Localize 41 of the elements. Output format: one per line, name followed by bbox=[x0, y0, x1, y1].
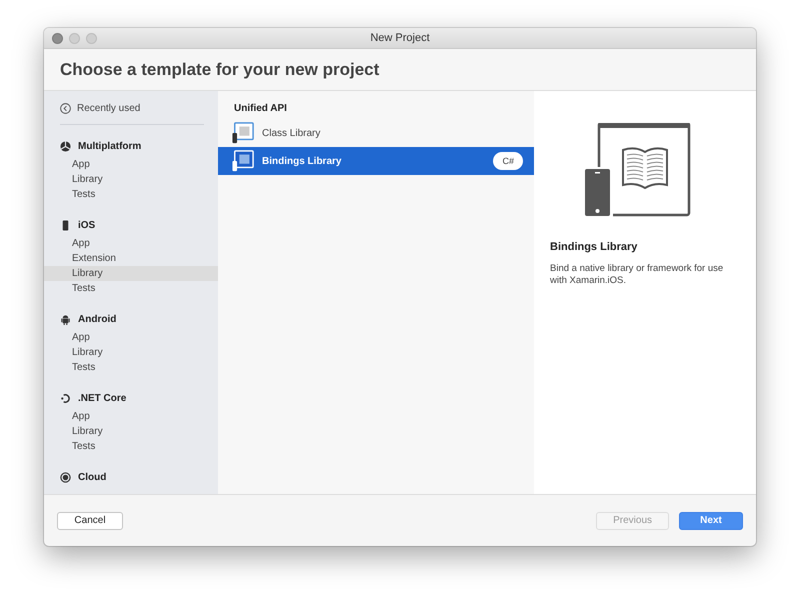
close-button[interactable] bbox=[52, 32, 63, 44]
zoom-button[interactable] bbox=[86, 32, 97, 44]
section-heading: Unified API bbox=[233, 103, 288, 116]
category-item[interactable]: Library bbox=[44, 345, 218, 360]
template-name: Class Library bbox=[262, 128, 322, 138]
category-item[interactable]: Tests bbox=[44, 281, 218, 296]
category-item[interactable]: Tests bbox=[44, 439, 218, 454]
category-item[interactable]: App bbox=[44, 236, 218, 251]
category-heading: Multiplatform bbox=[78, 140, 142, 152]
category-heading: iOS bbox=[78, 220, 96, 230]
pie-icon bbox=[60, 140, 71, 152]
category-item[interactable]: Library bbox=[44, 266, 218, 281]
category-heading: .NET Core bbox=[78, 392, 126, 404]
back-icon bbox=[60, 102, 71, 114]
category-item[interactable]: App bbox=[44, 330, 218, 345]
category-heading: Android bbox=[78, 314, 116, 324]
template-description: Bind a native library or framework for use with Xamarin.iOS. bbox=[550, 263, 724, 287]
template-name: Bindings Library bbox=[262, 156, 342, 166]
library-icon bbox=[232, 150, 254, 172]
category-item[interactable]: Tests bbox=[44, 360, 218, 375]
android-icon bbox=[60, 314, 71, 324]
dialog-button[interactable]: Cancel bbox=[57, 512, 123, 530]
category-item[interactable]: Extension bbox=[44, 251, 218, 266]
category-heading: Cloud bbox=[78, 472, 106, 482]
library-icon bbox=[232, 122, 254, 144]
category-item[interactable]: Tests bbox=[44, 187, 218, 202]
target-icon bbox=[60, 472, 71, 482]
category-item[interactable]: App bbox=[44, 157, 218, 172]
template-item[interactable]: Bindings Library C# bbox=[218, 147, 534, 175]
phone-icon bbox=[60, 220, 71, 230]
template-item[interactable]: Class Library bbox=[218, 119, 534, 147]
category-item[interactable]: Library bbox=[44, 172, 218, 187]
recently-used-link[interactable]: Recently used bbox=[77, 102, 140, 114]
category-item[interactable]: App bbox=[44, 409, 218, 424]
window-title: New Project bbox=[370, 32, 430, 44]
language-badge[interactable]: C# bbox=[493, 152, 523, 170]
template-title: Bindings Library bbox=[550, 241, 638, 253]
minimize-button[interactable] bbox=[69, 32, 80, 44]
category-item[interactable]: Library bbox=[44, 424, 218, 439]
circular-arrow-icon bbox=[60, 392, 71, 404]
dialog-heading: Choose a template for your new project bbox=[60, 60, 380, 80]
